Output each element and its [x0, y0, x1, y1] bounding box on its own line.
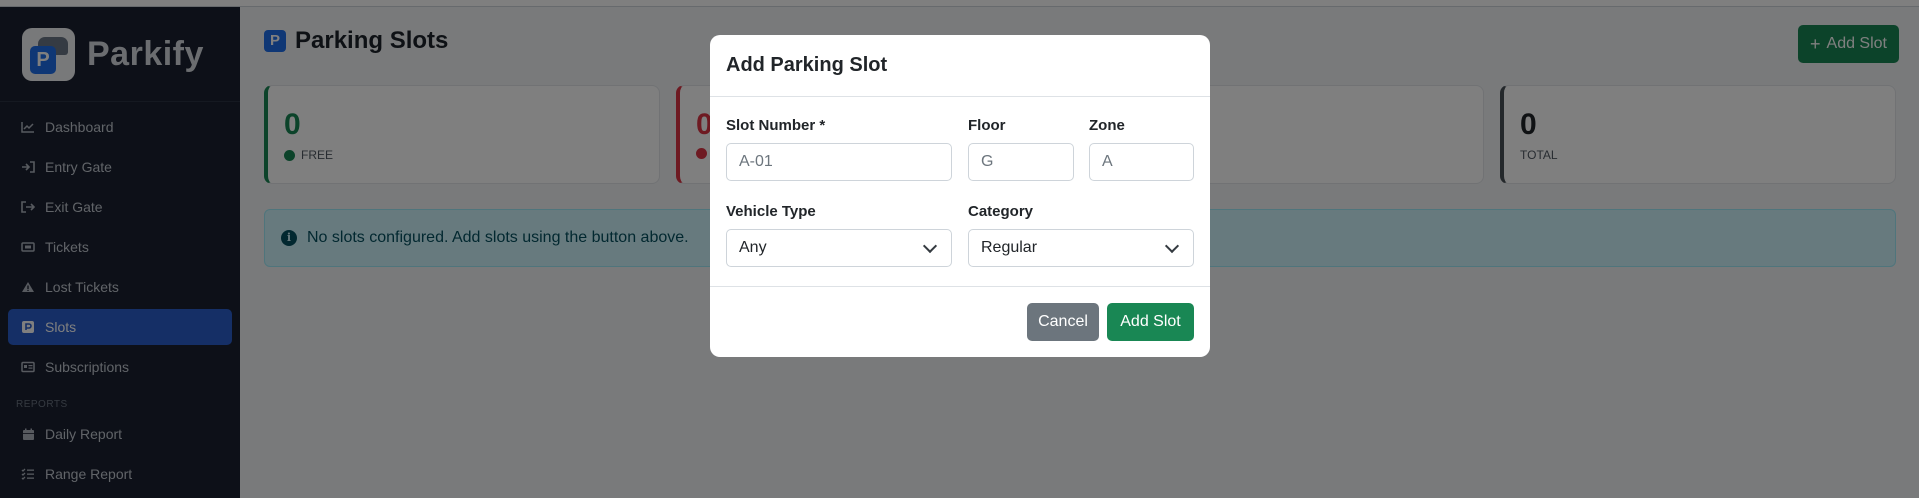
category-value: Regular [981, 239, 1038, 256]
chevron-down-icon [922, 238, 938, 253]
vehicle-type-select[interactable]: Any [726, 229, 952, 267]
floor-group: Floor G [968, 117, 1074, 181]
category-select[interactable]: Regular [968, 229, 1194, 267]
vehicle-type-group: Vehicle Type Any [726, 203, 952, 267]
slot-number-group: Slot Number * A-01 [726, 117, 952, 181]
zone-label: Zone [1089, 117, 1125, 134]
slot-number-label: Slot Number * [726, 117, 826, 134]
vehicle-type-label: Vehicle Type [726, 203, 816, 220]
cancel-button[interactable]: Cancel [1027, 303, 1099, 341]
category-group: Category Regular [968, 203, 1194, 267]
modal-title: Add Parking Slot [726, 54, 888, 76]
add-parking-slot-modal: Add Parking Slot Slot Number * A-01 Floo… [710, 35, 1210, 357]
floor-input[interactable]: G [968, 143, 1074, 181]
zone-group: Zone A [1089, 117, 1194, 181]
slot-number-input[interactable]: A-01 [726, 143, 952, 181]
vehicle-type-value: Any [739, 239, 767, 256]
add-slot-submit-button[interactable]: Add Slot [1107, 303, 1194, 341]
category-label: Category [968, 203, 1034, 220]
chevron-down-icon [1164, 238, 1180, 253]
modal-footer: Cancel Add Slot [710, 286, 1210, 357]
floor-label: Floor [968, 117, 1006, 134]
modal-header: Add Parking Slot [710, 35, 1210, 97]
zone-input[interactable]: A [1089, 143, 1194, 181]
